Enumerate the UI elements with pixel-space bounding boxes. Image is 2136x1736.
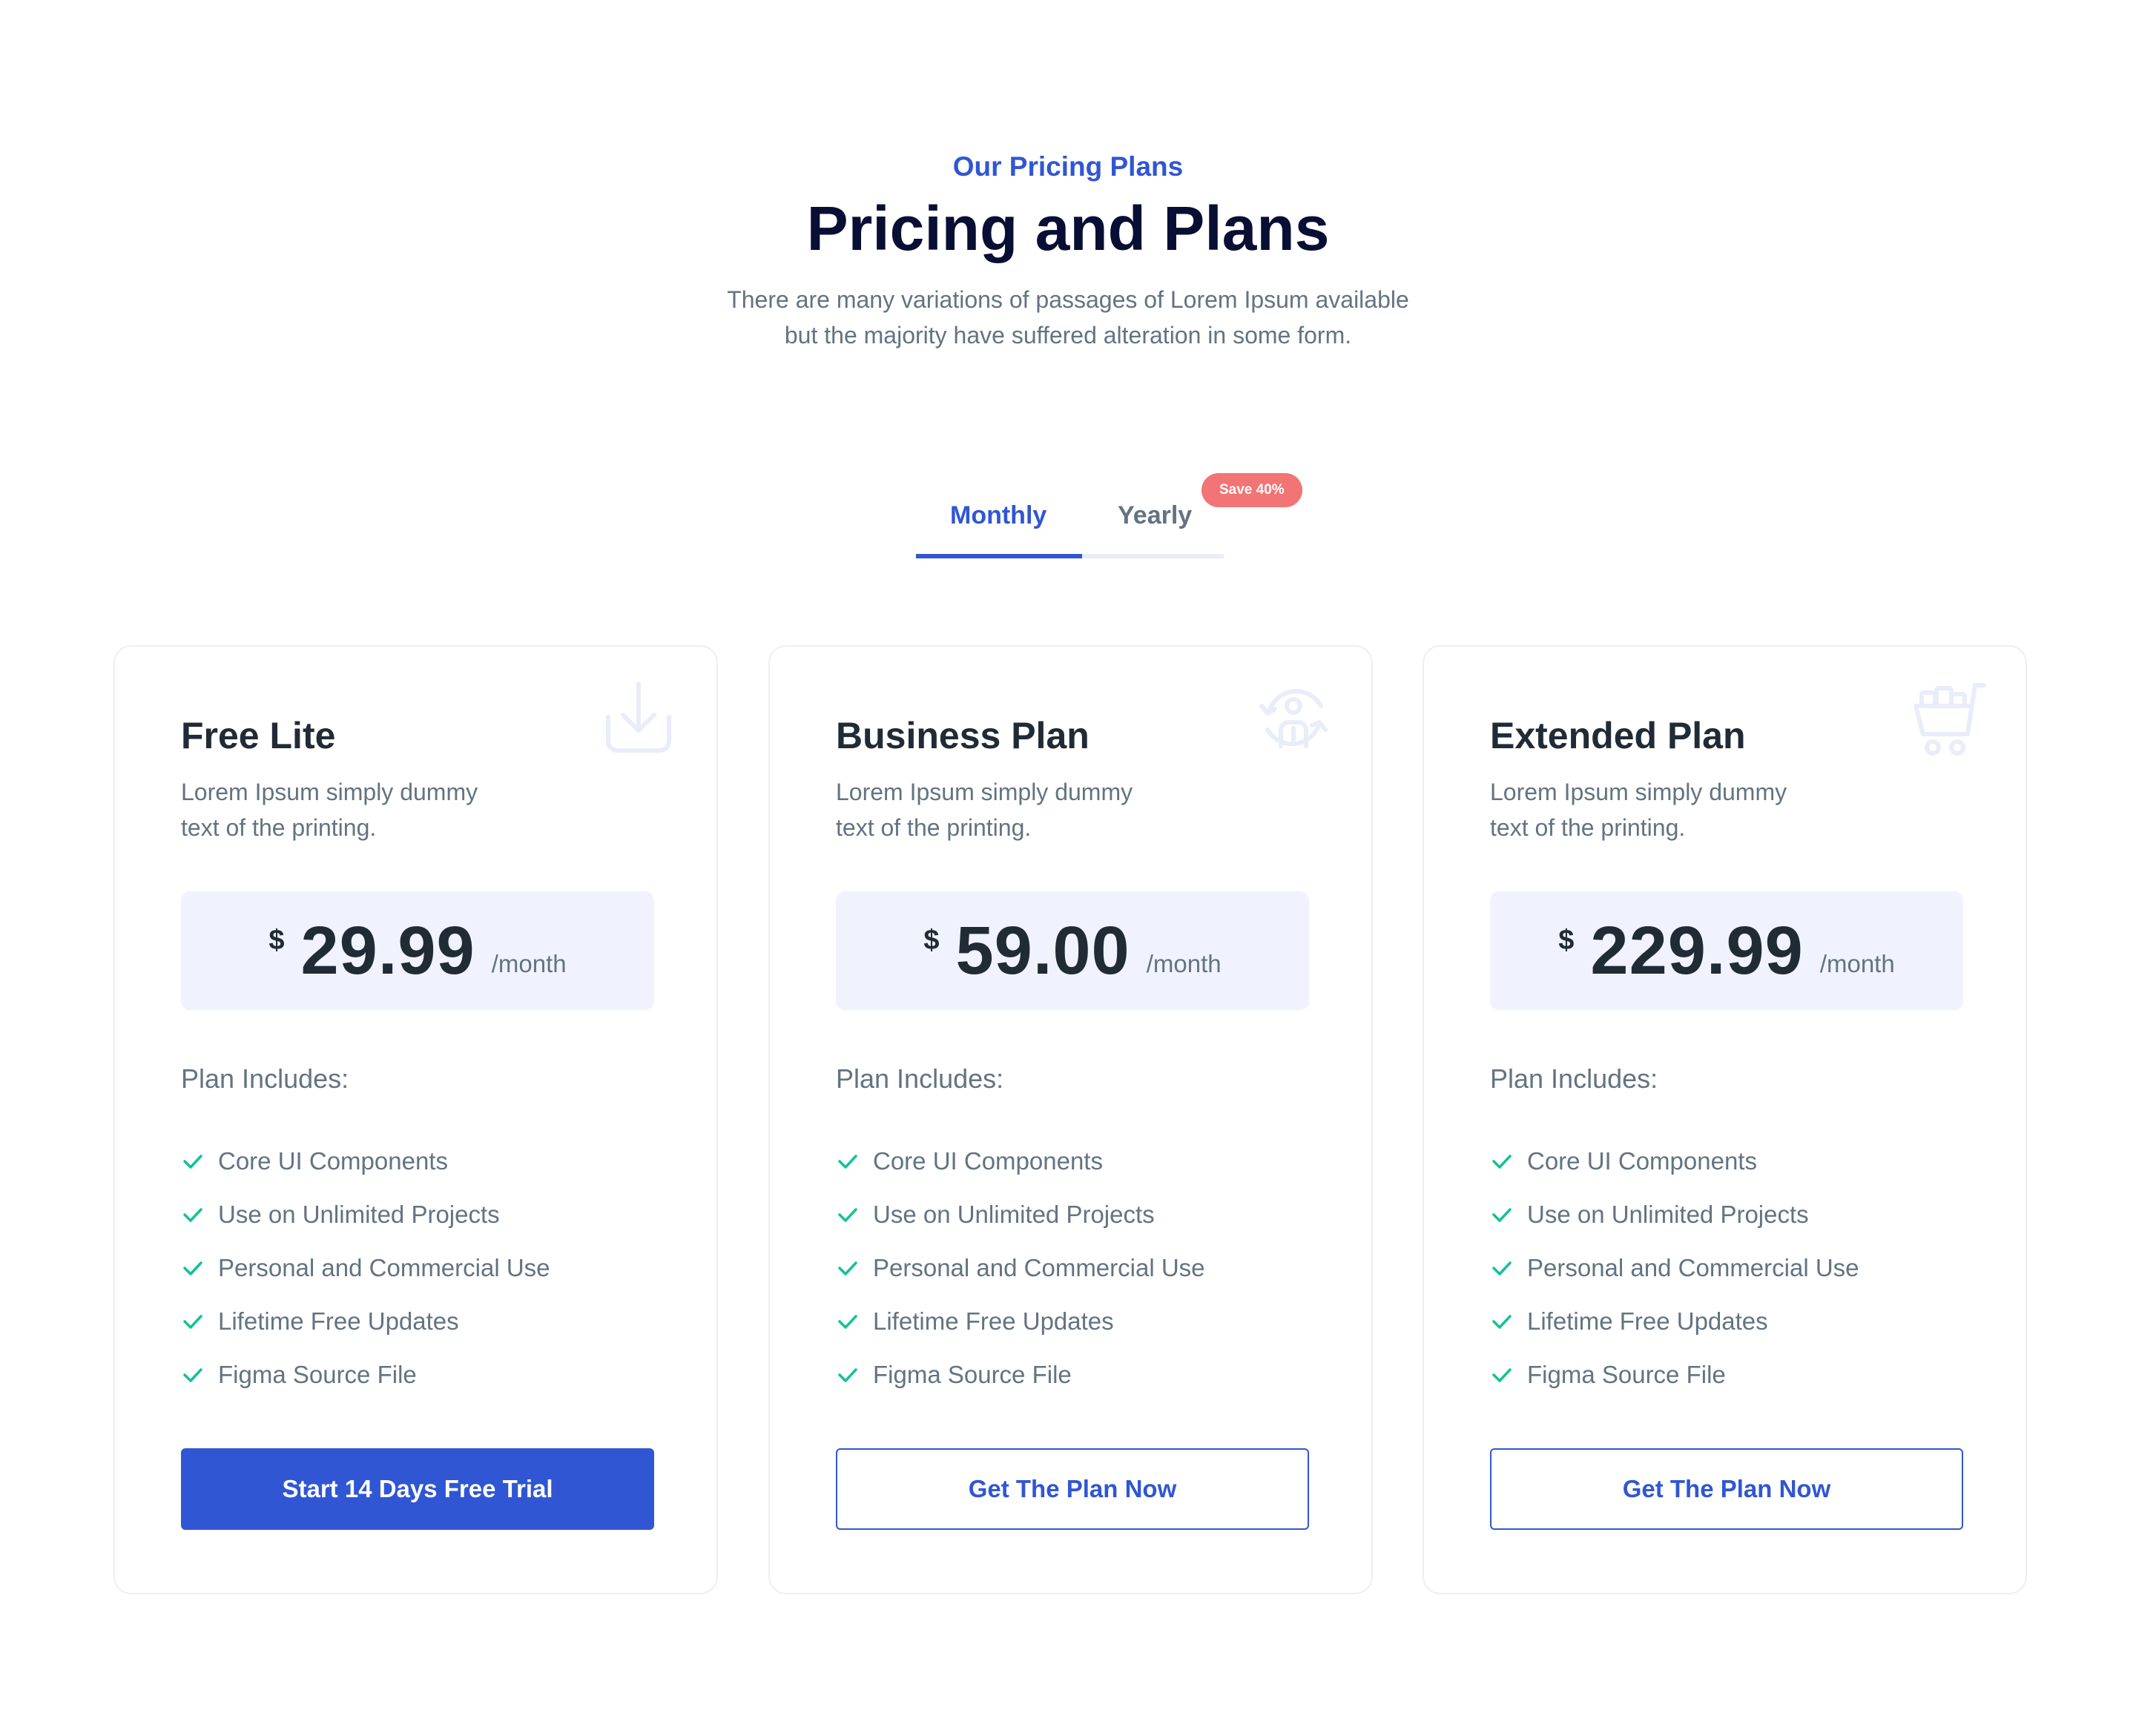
- plan-description: Lorem Ipsum simply dummy text of the pri…: [181, 774, 522, 845]
- check-icon: [838, 1155, 857, 1169]
- check-icon: [838, 1261, 857, 1275]
- feature-item: Figma Source File: [1490, 1348, 1859, 1402]
- feature-item: Core UI Components: [1490, 1135, 1859, 1188]
- check-icon: [1492, 1315, 1512, 1329]
- price-currency: $: [268, 924, 285, 956]
- plan-description-line: text of the printing.: [181, 814, 377, 841]
- user-cycle-icon: [1253, 676, 1334, 758]
- price-amount: 29.99: [300, 912, 475, 989]
- check-icon: [838, 1315, 857, 1329]
- check-icon: [183, 1261, 202, 1275]
- feature-label: Personal and Commercial Use: [873, 1254, 1205, 1281]
- feature-list: Core UI Components Use on Unlimited Proj…: [836, 1135, 1205, 1402]
- get-plan-button[interactable]: Get The Plan Now: [836, 1448, 1309, 1530]
- feature-label: Personal and Commercial Use: [218, 1254, 550, 1281]
- pricing-card-business: Business Plan Lorem Ipsum simply dummy t…: [768, 645, 1373, 1594]
- section-kicker: Our Pricing Plans: [952, 151, 1184, 182]
- plan-description: Lorem Ipsum simply dummy text of the pri…: [1490, 774, 1831, 845]
- price-box: $ 59.00 /month: [836, 891, 1309, 1010]
- feature-item: Figma Source File: [181, 1348, 550, 1402]
- feature-item: Use on Unlimited Projects: [836, 1188, 1205, 1241]
- check-icon: [1492, 1208, 1512, 1222]
- check-icon: [838, 1368, 857, 1382]
- feature-label: Core UI Components: [873, 1147, 1103, 1175]
- feature-label: Personal and Commercial Use: [1527, 1254, 1859, 1281]
- feature-item: Personal and Commercial Use: [1490, 1241, 1859, 1295]
- start-free-trial-button[interactable]: Start 14 Days Free Trial: [181, 1448, 654, 1530]
- price-period: /month: [491, 950, 567, 977]
- subtitle-line: There are many variations of passages of…: [727, 286, 1409, 313]
- download-tray-icon: [598, 676, 679, 758]
- price-period: /month: [1146, 950, 1222, 977]
- shopping-cart-icon: [1907, 676, 1988, 758]
- page-title: Pricing and Plans: [806, 194, 1330, 263]
- check-icon: [838, 1208, 857, 1222]
- check-icon: [1492, 1155, 1512, 1169]
- check-icon: [1492, 1368, 1512, 1382]
- price-period: /month: [1819, 950, 1895, 977]
- feature-label: Core UI Components: [218, 1147, 448, 1175]
- feature-item: Lifetime Free Updates: [1490, 1295, 1859, 1348]
- plan-description-line: Lorem Ipsum simply dummy: [1490, 779, 1787, 805]
- check-icon: [1492, 1261, 1512, 1275]
- check-icon: [183, 1368, 202, 1382]
- feature-label: Lifetime Free Updates: [1527, 1307, 1768, 1335]
- feature-item: Use on Unlimited Projects: [181, 1188, 550, 1241]
- feature-label: Use on Unlimited Projects: [873, 1201, 1155, 1228]
- subtitle-line: but the majority have suffered alteratio…: [784, 322, 1352, 349]
- plan-description-line: text of the printing.: [1490, 814, 1686, 841]
- plan-name: Extended Plan: [1490, 715, 1746, 756]
- feature-label: Figma Source File: [1527, 1361, 1726, 1388]
- tab-yearly[interactable]: Yearly: [1118, 497, 1192, 534]
- feature-label: Figma Source File: [873, 1361, 1072, 1388]
- price-amount: 59.00: [955, 912, 1130, 989]
- pricing-card-extended: Extended Plan Lorem Ipsum simply dummy t…: [1423, 645, 2027, 1594]
- feature-item: Core UI Components: [181, 1135, 550, 1188]
- get-plan-button[interactable]: Get The Plan Now: [1490, 1448, 1963, 1530]
- plan-description-line: Lorem Ipsum simply dummy: [181, 779, 478, 805]
- feature-label: Use on Unlimited Projects: [1527, 1201, 1809, 1228]
- feature-list: Core UI Components Use on Unlimited Proj…: [1490, 1135, 1859, 1402]
- feature-item: Lifetime Free Updates: [836, 1295, 1205, 1348]
- plan-includes-label: Plan Includes:: [181, 1063, 349, 1094]
- plan-name: Free Lite: [181, 715, 336, 756]
- tab-active-indicator: [916, 554, 1082, 558]
- feature-item: Lifetime Free Updates: [181, 1295, 550, 1348]
- plan-includes-label: Plan Includes:: [1490, 1063, 1658, 1094]
- pricing-card-free-lite: Free Lite Lorem Ipsum simply dummy text …: [113, 645, 718, 1594]
- price-currency: $: [923, 924, 940, 956]
- tab-monthly[interactable]: Monthly: [950, 497, 1046, 534]
- check-icon: [183, 1315, 202, 1329]
- plan-description: Lorem Ipsum simply dummy text of the pri…: [836, 774, 1177, 845]
- section-subtitle: There are many variations of passages of…: [0, 282, 2136, 353]
- feature-label: Lifetime Free Updates: [218, 1307, 459, 1335]
- plan-description-line: Lorem Ipsum simply dummy: [836, 779, 1133, 805]
- save-badge: Save 40%: [1202, 473, 1302, 507]
- billing-toggle: Monthly Yearly Save 40%: [916, 473, 1302, 562]
- feature-label: Lifetime Free Updates: [873, 1307, 1114, 1335]
- price-box: $ 29.99 /month: [181, 891, 654, 1010]
- plan-includes-label: Plan Includes:: [836, 1063, 1004, 1094]
- feature-label: Core UI Components: [1527, 1147, 1757, 1175]
- price-amount: 229.99: [1590, 912, 1804, 989]
- feature-item: Figma Source File: [836, 1348, 1205, 1402]
- check-icon: [183, 1155, 202, 1169]
- feature-label: Use on Unlimited Projects: [218, 1201, 500, 1228]
- price-currency: $: [1558, 924, 1575, 956]
- feature-label: Figma Source File: [218, 1361, 417, 1388]
- feature-item: Personal and Commercial Use: [181, 1241, 550, 1295]
- plan-name: Business Plan: [836, 715, 1090, 756]
- feature-list: Core UI Components Use on Unlimited Proj…: [181, 1135, 550, 1402]
- feature-item: Use on Unlimited Projects: [1490, 1188, 1859, 1241]
- plan-description-line: text of the printing.: [836, 814, 1032, 841]
- feature-item: Core UI Components: [836, 1135, 1205, 1188]
- feature-item: Personal and Commercial Use: [836, 1241, 1205, 1295]
- price-box: $ 229.99 /month: [1490, 891, 1963, 1010]
- check-icon: [183, 1208, 202, 1222]
